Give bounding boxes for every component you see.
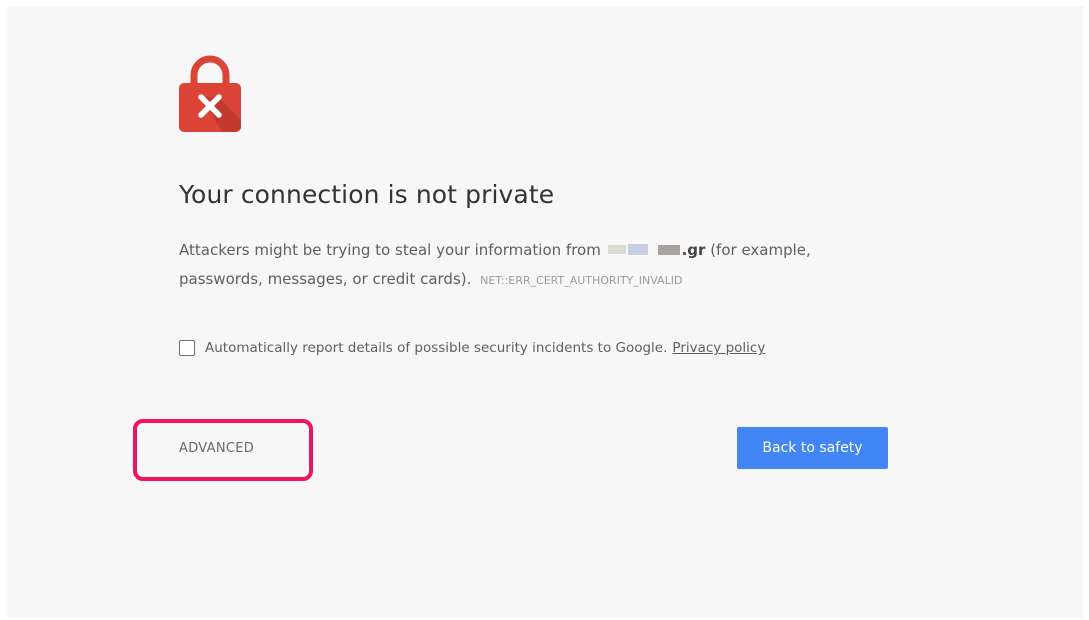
domain-suffix: .gr	[681, 241, 706, 259]
description-middle: (for example,	[705, 241, 811, 259]
broken-lock-icon	[179, 55, 241, 132]
back-to-safety-button[interactable]: Back to safety	[737, 427, 888, 469]
privacy-policy-link[interactable]: Privacy policy	[672, 340, 765, 356]
description: Attackers might be trying to steal your …	[179, 236, 859, 295]
page-title: Your connection is not private	[179, 180, 555, 209]
error-code[interactable]: NET::ERR_CERT_AUTHORITY_INVALID	[480, 274, 682, 287]
redacted-domain	[606, 244, 682, 256]
description-line2: passwords, messages, or credit cards).	[179, 270, 472, 288]
report-label: Automatically report details of possible…	[205, 340, 668, 356]
advanced-button[interactable]: ADVANCED	[179, 437, 254, 461]
description-prefix: Attackers might be trying to steal your …	[179, 241, 606, 259]
interstitial-page	[7, 6, 1083, 618]
report-option: Automatically report details of possible…	[179, 340, 765, 356]
report-checkbox[interactable]	[179, 340, 195, 356]
